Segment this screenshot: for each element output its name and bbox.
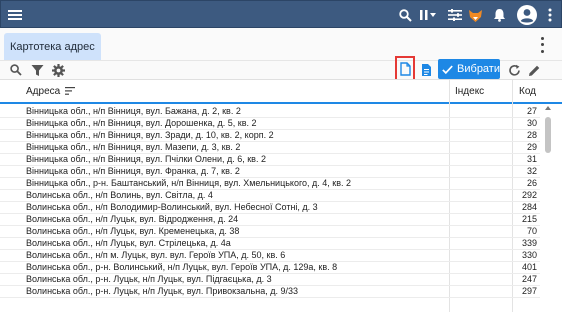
column-code-header[interactable]: Код [519, 80, 536, 102]
grid-body: Вінницька обл., н/п Вінниця, вул. Бажана… [0, 105, 540, 312]
cell-address: Вінницька обл., н/п Вінниця, вул. Мазепи… [26, 142, 241, 152]
document-icon[interactable] [419, 61, 433, 79]
table-row[interactable]: Вінницька обл., н/п Вінниця, вул. Франка… [0, 166, 540, 178]
tab-more-icon[interactable] [535, 35, 549, 55]
menu-icon[interactable] [7, 1, 23, 29]
settings-sliders-icon[interactable] [447, 1, 463, 29]
cell-code: 26 [526, 178, 537, 188]
cell-address: Волинська обл., р-н. Луцьк, н/п Луцьк, в… [26, 286, 298, 296]
table-row[interactable]: Волинська обл., н/п Луцьк, вул. Відродже… [0, 214, 540, 226]
cell-address: Волинська обл., н/п Володимир-Волинський… [26, 202, 318, 212]
table-row[interactable]: Волинська обл., н/п Луцьк, вул. Стрілець… [0, 238, 540, 250]
table-row[interactable]: Вінницька обл., н/п Вінниця, вул. Дороше… [0, 118, 540, 130]
pause-dropdown-icon[interactable] [418, 1, 438, 29]
app-bar [0, 0, 562, 28]
more-vert-icon[interactable] [543, 1, 557, 29]
cell-code: 284 [521, 202, 537, 212]
cell-code: 29 [526, 142, 537, 152]
table-row[interactable]: Волинська обл., р-н. Луцьк, н/п Луцьк, в… [0, 274, 540, 286]
sort-icon[interactable] [65, 87, 76, 95]
column-address-header[interactable]: Адреса [26, 80, 76, 102]
refresh-icon[interactable] [507, 61, 521, 79]
scrollbar-thumb[interactable] [545, 117, 551, 153]
cell-address: Волинська обл., р-н. Луцьк, н/п Луцьк, в… [26, 274, 272, 284]
scroll-up-icon[interactable] [544, 105, 552, 111]
cell-code: 215 [521, 214, 537, 224]
cell-address: Волинська обл., н/п Луцьк, вул. Відродже… [26, 214, 239, 224]
cell-address: Волинська обл., р-н. Волинський, н/п Луц… [26, 262, 338, 272]
gear-icon[interactable] [51, 61, 66, 79]
cell-address: Вінницька обл., н/п Вінниця, вул. Дороше… [26, 118, 257, 128]
tab-strip: Картотека адрес [0, 28, 562, 61]
cell-code: 30 [526, 118, 537, 128]
table-row[interactable]: Вінницька обл., р-н. Баштанський, н/п Ві… [0, 178, 540, 190]
cell-code: 330 [521, 250, 537, 260]
cell-address: Волинська обл., н/п Луцьк, вул. Кременец… [26, 226, 240, 236]
check-icon [442, 65, 453, 74]
cell-address: Волинська обл., н/п м. Луцьк, вул. вул. … [26, 250, 286, 260]
cell-code: 31 [526, 154, 537, 164]
notifications-bell-icon[interactable] [491, 1, 507, 29]
filter-icon[interactable] [30, 61, 45, 79]
select-button[interactable]: Вибрати [438, 59, 500, 79]
edit-pencil-icon[interactable] [527, 61, 542, 79]
search-icon[interactable] [9, 61, 23, 79]
table-row[interactable]: Волинська обл., н/п м. Луцьк, вул. вул. … [0, 250, 540, 262]
tab-address-registry[interactable]: Картотека адрес [4, 33, 101, 60]
cell-address: Вінницька обл., н/п Вінниця, вул. Пчілки… [26, 154, 266, 164]
cell-code: 70 [526, 226, 537, 236]
new-document-icon[interactable] [395, 56, 415, 81]
cell-code: 297 [521, 286, 537, 296]
table-row[interactable]: Волинська обл., н/п Волинь, вул. Світла,… [0, 190, 540, 202]
cell-code: 27 [526, 106, 537, 116]
table-row[interactable]: Волинська обл., н/п Володимир-Волинський… [0, 202, 540, 214]
cell-code: 401 [521, 262, 537, 272]
cell-code: 339 [521, 238, 537, 248]
search-icon[interactable] [397, 1, 413, 29]
cell-address: Вінницька обл., н/п Вінниця, вул. Франка… [26, 166, 240, 176]
table-row[interactable]: Вінницька обл., н/п Вінниця, вул. Зради,… [0, 130, 540, 142]
table-row[interactable]: Волинська обл., н/п Луцьк, вул. Кременец… [0, 226, 540, 238]
table-row[interactable]: Волинська обл., р-н. Волинський, н/п Луц… [0, 262, 540, 274]
cell-address: Вінницька обл., н/п Вінниця, вул. Бажана… [26, 106, 241, 116]
cell-address: Вінницька обл., н/п Вінниця, вул. Зради,… [26, 130, 274, 140]
column-index-header[interactable]: Індекс [455, 80, 484, 102]
cell-code: 32 [526, 166, 537, 176]
table-row[interactable]: Вінницька обл., н/п Вінниця, вул. Мазепи… [0, 142, 540, 154]
vertical-scrollbar[interactable] [543, 105, 553, 312]
grid-header: Адреса Індекс Код [0, 80, 562, 104]
cell-address: Вінницька обл., р-н. Баштанський, н/п Ві… [26, 178, 352, 188]
select-button-label: Вибрати [457, 63, 500, 75]
table-row[interactable]: Вінницька обл., н/п Вінниця, вул. Бажана… [0, 106, 540, 118]
fox-logo-icon[interactable] [467, 1, 483, 29]
address-grid: Адреса Індекс Код Вінницька обл., н/п Ві… [0, 79, 562, 312]
user-avatar-icon[interactable] [516, 1, 538, 29]
cell-address: Волинська обл., н/п Луцьк, вул. Стрілець… [26, 238, 231, 248]
cell-code: 247 [521, 274, 537, 284]
cell-address: Волинська обл., н/п Волинь, вул. Світла,… [26, 190, 213, 200]
cell-code: 292 [521, 190, 537, 200]
table-row[interactable]: Волинська обл., р-н. Луцьк, н/п Луцьк, в… [0, 286, 540, 298]
table-row[interactable]: Вінницька обл., н/п Вінниця, вул. Пчілки… [0, 154, 540, 166]
cell-code: 28 [526, 130, 537, 140]
